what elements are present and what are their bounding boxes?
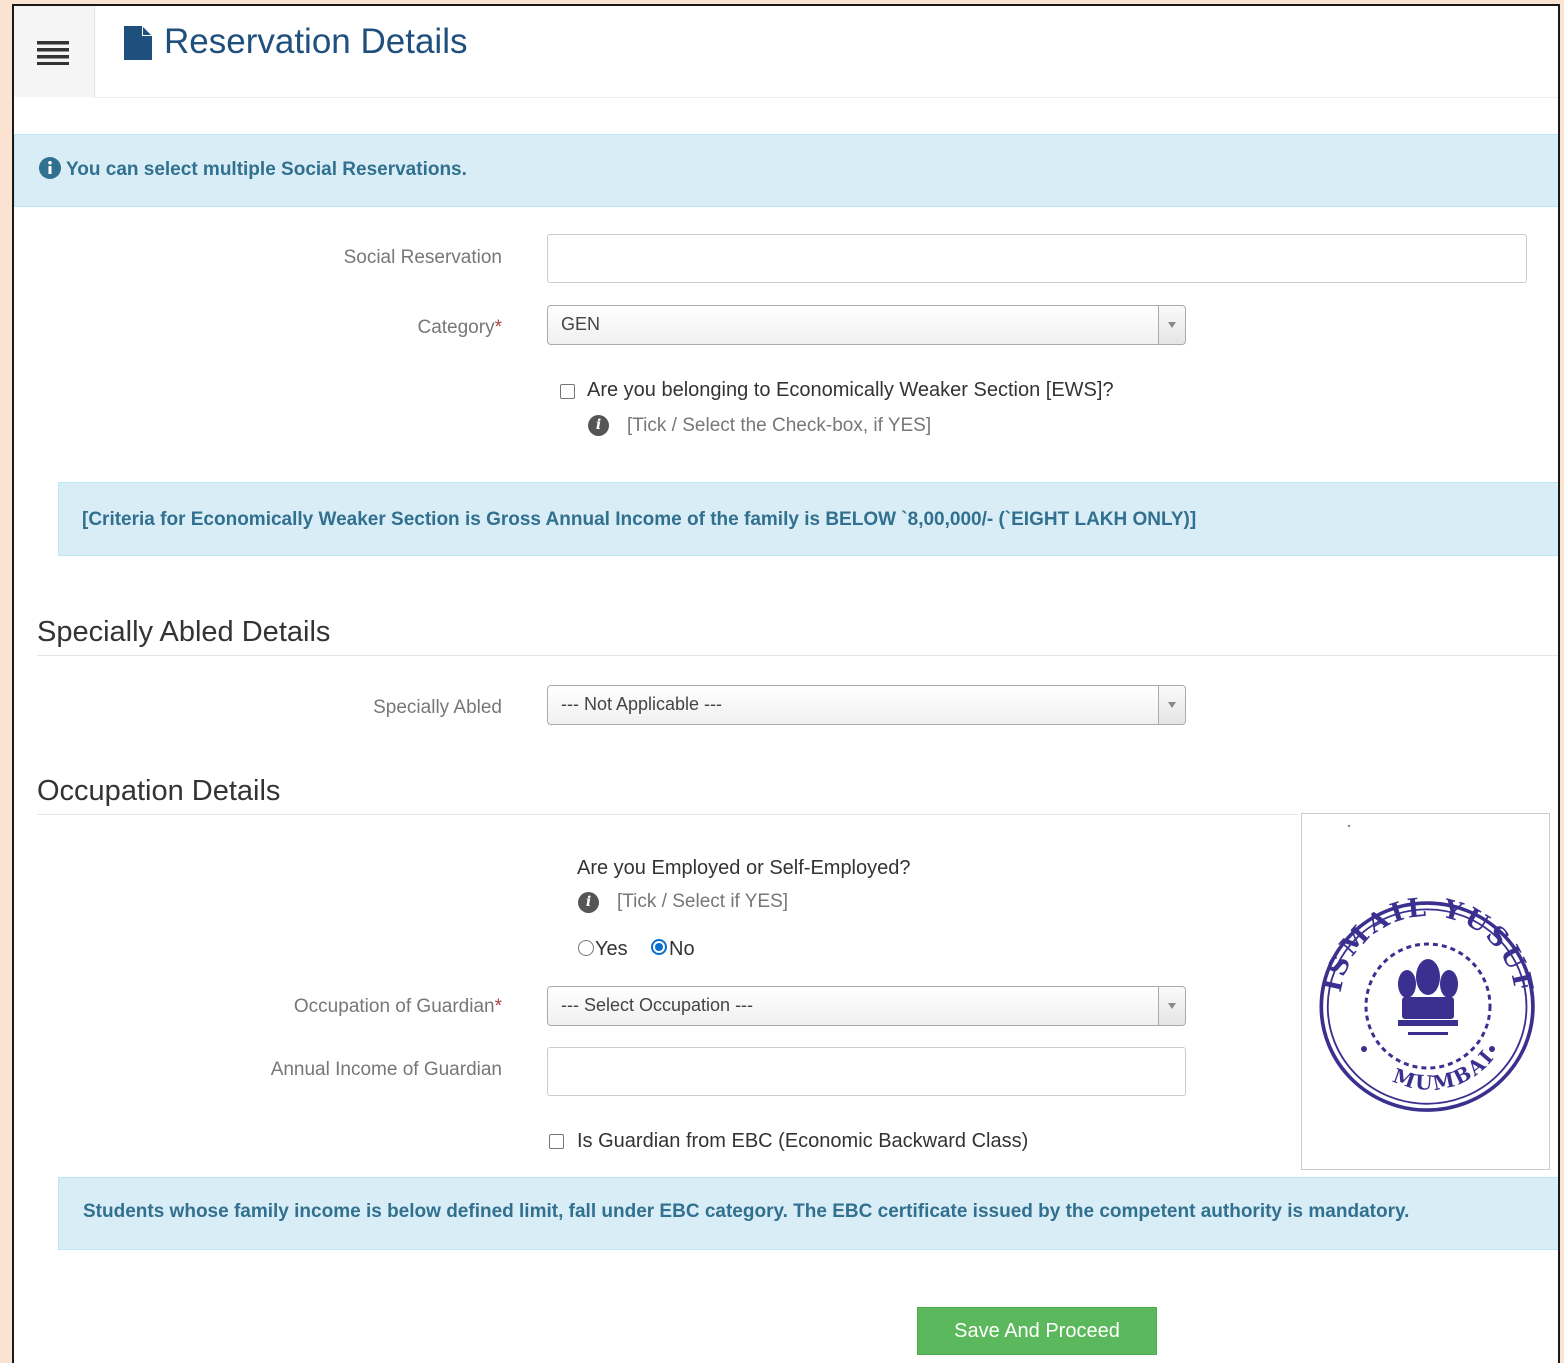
employed-question: Are you Employed or Self-Employed? bbox=[577, 857, 911, 879]
specially-abled-select-value: --- Not Applicable --- bbox=[561, 694, 723, 714]
ews-checkbox[interactable] bbox=[560, 384, 575, 399]
chevron-down-icon bbox=[1158, 987, 1185, 1025]
section-divider bbox=[37, 814, 1298, 815]
ews-question: Are you belonging to Economically Weaker… bbox=[587, 379, 1114, 401]
employed-yes-radio[interactable] bbox=[578, 940, 594, 956]
info-icon: i bbox=[588, 415, 609, 436]
annual-income-input[interactable] bbox=[547, 1047, 1186, 1096]
ebc-label: Is Guardian from EBC (Economic Backward … bbox=[577, 1130, 1029, 1152]
chevron-down-icon bbox=[1158, 306, 1185, 344]
save-and-proceed-button[interactable]: Save And Proceed bbox=[917, 1307, 1157, 1355]
college-seal-stamp: ISMAIL YUSUF COLLEGE MUMBAI bbox=[1289, 791, 1536, 1112]
employed-no-radio[interactable] bbox=[651, 939, 667, 955]
guardian-occupation-select-value: --- Select Occupation --- bbox=[561, 995, 754, 1015]
college-seal-image: ISMAIL YUSUF COLLEGE MUMBAI bbox=[1289, 791, 1550, 1170]
guardian-occupation-label: Occupation of Guardian* bbox=[293, 996, 502, 1017]
hamburger-icon bbox=[37, 40, 69, 65]
employed-hint: [Tick / Select if YES] bbox=[617, 891, 789, 912]
section-divider bbox=[37, 655, 1558, 656]
ews-criteria-text: [Criteria for Economically Weaker Sectio… bbox=[82, 509, 1197, 530]
category-label: Category* bbox=[417, 317, 502, 338]
specially-abled-section-title: Specially Abled Details bbox=[37, 616, 331, 648]
employed-no-label: No bbox=[669, 938, 695, 960]
info-circle-icon bbox=[39, 157, 61, 179]
annual-income-label: Annual Income of Guardian bbox=[270, 1059, 502, 1080]
guardian-occupation-select[interactable]: --- Select Occupation --- bbox=[547, 986, 1186, 1026]
employed-yes-label: Yes bbox=[595, 938, 628, 960]
document-icon bbox=[124, 26, 152, 60]
ebc-note-banner: Students whose family income is below de… bbox=[58, 1177, 1558, 1250]
specially-abled-label: Specially Abled bbox=[373, 697, 502, 718]
page-frame: Reservation Details You can select multi… bbox=[12, 4, 1560, 1363]
social-reservation-label: Social Reservation bbox=[343, 247, 502, 268]
occupation-section-title: Occupation Details bbox=[37, 775, 281, 807]
category-select[interactable]: GEN bbox=[547, 305, 1186, 345]
header-divider bbox=[94, 97, 1558, 98]
social-reservation-input[interactable] bbox=[547, 234, 1527, 283]
page-title: Reservation Details bbox=[164, 22, 468, 61]
ews-criteria-banner: [Criteria for Economically Weaker Sectio… bbox=[58, 482, 1558, 556]
info-banner-text: You can select multiple Social Reservati… bbox=[66, 159, 467, 180]
ews-hint: [Tick / Select the Check-box, if YES] bbox=[627, 415, 932, 436]
ebc-note-text: Students whose family income is below de… bbox=[83, 1201, 1410, 1222]
chevron-down-icon bbox=[1158, 686, 1185, 724]
info-icon: i bbox=[578, 892, 599, 913]
info-banner-top: You can select multiple Social Reservati… bbox=[14, 134, 1558, 207]
category-select-value: GEN bbox=[561, 314, 601, 334]
specially-abled-select[interactable]: --- Not Applicable --- bbox=[547, 685, 1186, 725]
menu-toggle-button[interactable] bbox=[14, 6, 95, 97]
ebc-checkbox[interactable] bbox=[549, 1134, 564, 1149]
